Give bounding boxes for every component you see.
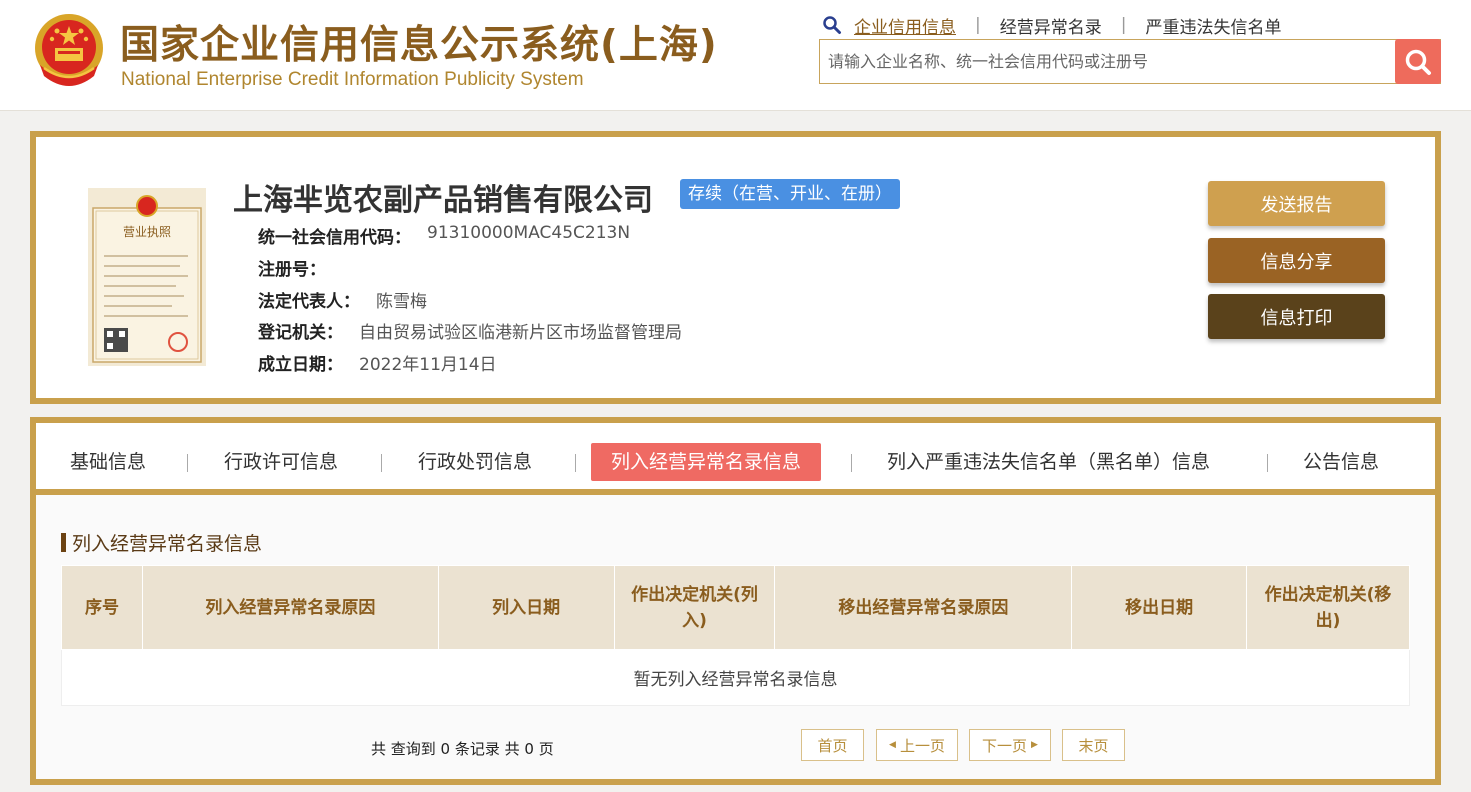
nav-divider: | bbox=[975, 15, 981, 35]
table-row: 暂无列入经营异常名录信息 bbox=[61, 649, 1410, 706]
tab-divider bbox=[187, 454, 188, 472]
prev-page-label: 上一页 bbox=[899, 736, 945, 755]
tab-abnormal-operation[interactable]: 列入经营异常名录信息 bbox=[591, 443, 822, 481]
column-header: 移出经营异常名录原因 bbox=[774, 565, 1073, 650]
empty-message: 暂无列入经营异常名录信息 bbox=[61, 649, 1410, 706]
section-title: 列入经营异常名录信息 bbox=[61, 529, 262, 556]
national-emblem-icon bbox=[35, 14, 103, 86]
first-page-button[interactable]: 首页 bbox=[801, 729, 864, 761]
search-icon bbox=[823, 16, 841, 34]
business-license-image[interactable]: 营业执照 bbox=[88, 188, 206, 366]
tab-basic-info[interactable]: 基础信息 bbox=[70, 443, 146, 481]
field-registration-number: 注册号： bbox=[258, 255, 342, 280]
nav-abnormal-list[interactable]: 经营异常名录 bbox=[1000, 13, 1102, 38]
column-header: 作出决定机关(列入) bbox=[613, 565, 776, 650]
top-nav: 企业信用信息 | 经营异常名录 | 严重违法失信名单 bbox=[822, 12, 1281, 38]
site-header: 国家企业信用信息公示系统(上海) National Enterprise Cre… bbox=[0, 0, 1471, 111]
table-header-row: 序号 列入经营异常名录原因 列入日期 作出决定机关(列入) 移出经营异常名录原因… bbox=[61, 565, 1410, 650]
column-header: 列入经营异常名录原因 bbox=[141, 565, 439, 650]
field-registration-authority: 登记机关： 自由贸易试验区临港新片区市场监督管理局 bbox=[258, 318, 682, 343]
field-label: 成立日期： bbox=[258, 355, 343, 375]
field-value: 91310000MAC45C213N bbox=[427, 223, 631, 243]
field-value: 自由贸易试验区临港新片区市场监督管理局 bbox=[359, 323, 682, 343]
field-value: 陈雪梅 bbox=[376, 292, 427, 312]
next-page-label: 下一页 bbox=[982, 736, 1028, 755]
field-credit-code: 统一社会信用代码： 91310000MAC45C213N bbox=[258, 223, 630, 248]
nav-divider: | bbox=[1120, 15, 1127, 35]
tab-administrative-penalty[interactable]: 行政处罚信息 bbox=[418, 443, 532, 481]
site-subtitle: National Enterprise Credit Information P… bbox=[121, 69, 584, 90]
column-header: 作出决定机关(移出) bbox=[1246, 565, 1410, 650]
pager-summary: 共 查询到 0 条记录 共 0 页 bbox=[371, 740, 554, 758]
send-report-button[interactable]: 发送报告 bbox=[1208, 181, 1385, 226]
share-info-button[interactable]: 信息分享 bbox=[1208, 238, 1385, 283]
column-header: 列入日期 bbox=[437, 565, 615, 650]
prev-page-button[interactable]: ◀ 上一页 bbox=[876, 729, 958, 761]
company-info-card: 营业执照 上海芈览农副产品销售有限公司 存续（在营、开业、在册） 统一社会信用代… bbox=[30, 131, 1441, 404]
field-label: 法定代表人： bbox=[258, 292, 360, 312]
status-badge: 存续（在营、开业、在册） bbox=[680, 179, 900, 209]
field-label: 统一社会信用代码： bbox=[258, 228, 411, 248]
search-icon bbox=[1405, 49, 1431, 75]
tab-divider bbox=[1267, 454, 1268, 472]
search-button[interactable] bbox=[1395, 39, 1441, 84]
field-label: 注册号： bbox=[258, 260, 326, 280]
section-marker bbox=[61, 533, 66, 552]
column-header: 移出日期 bbox=[1071, 565, 1248, 650]
search-box bbox=[819, 39, 1441, 84]
nav-serious-violation-list[interactable]: 严重违法失信名单 bbox=[1145, 13, 1281, 38]
tab-divider bbox=[575, 454, 576, 472]
company-name: 上海芈览农副产品销售有限公司 bbox=[233, 183, 653, 218]
field-value: 2022年11月14日 bbox=[359, 355, 497, 375]
search-input[interactable] bbox=[820, 40, 1396, 83]
column-header: 序号 bbox=[61, 565, 143, 650]
tab-announcements[interactable]: 公告信息 bbox=[1303, 443, 1379, 481]
license-title: 营业执照 bbox=[123, 225, 171, 239]
field-label: 登记机关： bbox=[258, 323, 343, 343]
abnormal-operation-table: 序号 列入经营异常名录原因 列入日期 作出决定机关(列入) 移出经营异常名录原因… bbox=[61, 565, 1410, 706]
tab-bar: 基础信息 行政许可信息 行政处罚信息 列入经营异常名录信息 列入严重违法失信名单… bbox=[36, 423, 1435, 495]
print-info-button[interactable]: 信息打印 bbox=[1208, 294, 1385, 339]
caret-left-icon: ◀ bbox=[889, 740, 896, 750]
last-page-button[interactable]: 末页 bbox=[1062, 729, 1125, 761]
site-title: 国家企业信用信息公示系统(上海) bbox=[120, 23, 718, 68]
info-tab-panel: 基础信息 行政许可信息 行政处罚信息 列入经营异常名录信息 列入严重违法失信名单… bbox=[30, 417, 1441, 785]
tab-serious-violation-blacklist[interactable]: 列入严重违法失信名单（黑名单）信息 bbox=[887, 443, 1210, 481]
tab-divider bbox=[381, 454, 382, 472]
next-page-button[interactable]: 下一页 ▶ bbox=[969, 729, 1051, 761]
nav-enterprise-credit[interactable]: 企业信用信息 bbox=[854, 13, 956, 38]
section-title-text: 列入经营异常名录信息 bbox=[72, 533, 263, 555]
field-establishment-date: 成立日期： 2022年11月14日 bbox=[258, 350, 497, 375]
caret-right-icon: ▶ bbox=[1031, 740, 1038, 750]
field-legal-representative: 法定代表人： 陈雪梅 bbox=[258, 287, 427, 312]
tab-divider bbox=[851, 454, 852, 472]
tab-administrative-license[interactable]: 行政许可信息 bbox=[224, 443, 338, 481]
